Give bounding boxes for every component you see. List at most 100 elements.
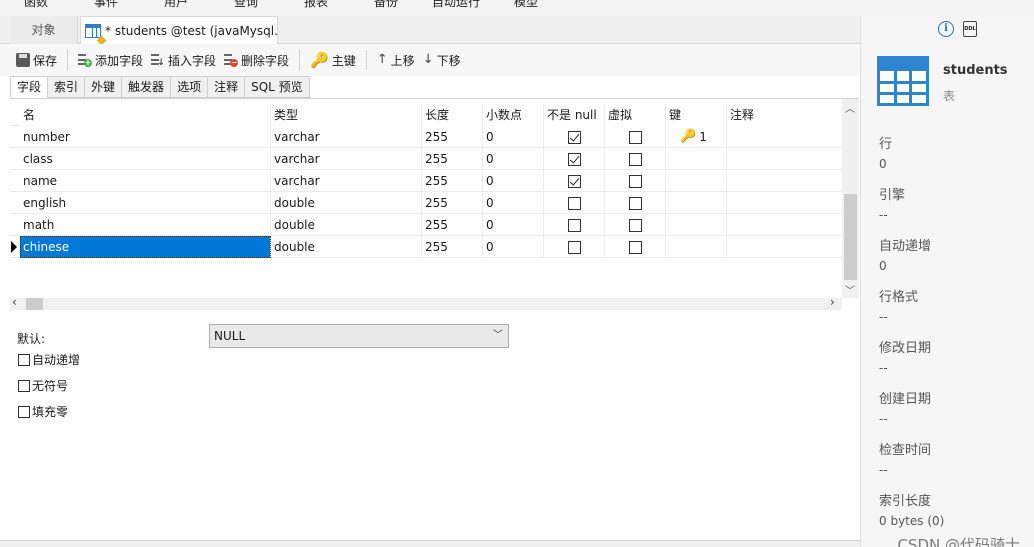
col-header-type[interactable]: 类型 <box>271 104 422 126</box>
cell-not-null[interactable] <box>544 214 605 236</box>
insert-field-button[interactable]: ↓ 插入字段 <box>147 48 220 72</box>
menu-reports[interactable]: 报表 <box>304 0 328 10</box>
grid-horizontal-scrollbar[interactable]: ‹ › <box>10 295 842 310</box>
col-header-decimals[interactable]: 小数点 <box>483 104 544 126</box>
horizontal-scroll-thumb[interactable] <box>26 298 43 310</box>
unsigned-option[interactable]: 无符号 <box>18 377 68 394</box>
cell-key[interactable] <box>666 214 727 236</box>
default-value-select[interactable]: NULL ﹀ <box>209 324 509 348</box>
subtab-triggers[interactable]: 触发器 <box>122 76 172 98</box>
virtual-checkbox[interactable] <box>628 130 642 144</box>
not-null-checkbox[interactable] <box>567 218 581 232</box>
not-null-checkbox[interactable] <box>567 174 581 188</box>
info-icon[interactable]: i <box>938 21 954 37</box>
primary-key-button[interactable]: 🔑 主键 <box>306 48 360 72</box>
cell-virtual[interactable] <box>605 236 666 258</box>
cell-type[interactable]: double <box>271 214 422 236</box>
zerofill-option[interactable]: 填充零 <box>18 403 68 420</box>
col-header-length[interactable]: 长度 <box>422 104 483 126</box>
move-up-button[interactable]: ↑ 上移 <box>373 48 419 72</box>
col-header-name[interactable]: 名 <box>20 104 271 126</box>
cell-not-null[interactable] <box>544 192 605 214</box>
auto-increment-checkbox[interactable] <box>18 353 30 366</box>
cell-length[interactable]: 255 <box>422 192 483 214</box>
cell-decimals[interactable]: 0 <box>483 236 544 258</box>
subtab-comment[interactable]: 注释 <box>208 76 246 98</box>
cell-length[interactable]: 255 <box>422 148 483 170</box>
col-header-key[interactable]: 键 <box>666 104 727 126</box>
cell-virtual[interactable] <box>605 126 666 148</box>
cell-decimals[interactable]: 0 <box>483 126 544 148</box>
cell-comment[interactable] <box>727 148 843 170</box>
cell-name[interactable]: class <box>20 148 271 170</box>
move-down-button[interactable]: ↓ 下移 <box>419 48 465 72</box>
subtab-sql-preview[interactable]: SQL 预览 <box>245 76 310 98</box>
not-null-checkbox[interactable] <box>567 196 581 210</box>
not-null-checkbox[interactable] <box>567 152 581 166</box>
cell-name[interactable]: chinese <box>20 236 271 258</box>
cell-name[interactable]: name <box>20 170 271 192</box>
virtual-checkbox[interactable] <box>628 196 642 210</box>
cell-decimals[interactable]: 0 <box>483 192 544 214</box>
col-header-virtual[interactable]: 虚拟 <box>605 104 666 126</box>
virtual-checkbox[interactable] <box>628 152 642 166</box>
table-row[interactable]: math double 255 0 <box>10 214 844 236</box>
grid-vertical-scrollbar[interactable]: ︿ ﹀ <box>842 99 859 298</box>
table-row[interactable]: class varchar 255 0 <box>10 148 844 170</box>
cell-length[interactable]: 255 <box>422 126 483 148</box>
subtab-options[interactable]: 选项 <box>171 76 209 98</box>
cell-type[interactable]: varchar <box>271 170 422 192</box>
cell-key[interactable]: 🔑 1 <box>666 126 727 148</box>
save-button[interactable]: 保存 <box>12 48 61 72</box>
cell-virtual[interactable] <box>605 214 666 236</box>
cell-not-null[interactable] <box>544 148 605 170</box>
cell-virtual[interactable] <box>605 170 666 192</box>
cell-decimals[interactable]: 0 <box>483 170 544 192</box>
menu-backup[interactable]: 备份 <box>374 0 398 10</box>
cell-length[interactable]: 255 <box>422 236 483 258</box>
cell-name[interactable]: math <box>20 214 271 236</box>
virtual-checkbox[interactable] <box>628 240 642 254</box>
menu-queries[interactable]: 查询 <box>234 0 258 10</box>
cell-not-null[interactable] <box>544 236 605 258</box>
cell-type[interactable]: varchar <box>271 148 422 170</box>
cell-not-null[interactable] <box>544 126 605 148</box>
cell-comment[interactable] <box>727 214 843 236</box>
zerofill-checkbox[interactable] <box>18 405 30 418</box>
table-row[interactable]: chinese double 255 0 <box>10 236 844 258</box>
cell-name[interactable]: english <box>20 192 271 214</box>
menu-model[interactable]: 模型 <box>514 0 538 10</box>
cell-length[interactable]: 255 <box>422 170 483 192</box>
scroll-up-icon[interactable]: ︿ <box>845 100 855 115</box>
cell-key[interactable] <box>666 192 727 214</box>
menu-users[interactable]: 用户 <box>164 0 188 10</box>
cell-type[interactable]: double <box>271 236 422 258</box>
not-null-checkbox[interactable] <box>567 130 581 144</box>
not-null-checkbox[interactable] <box>567 240 581 254</box>
menu-automation[interactable]: 自动运行 <box>432 0 480 10</box>
cell-key[interactable] <box>666 148 727 170</box>
scroll-left-icon[interactable]: ‹ <box>12 295 17 309</box>
cell-decimals[interactable]: 0 <box>483 148 544 170</box>
col-header-comment[interactable]: 注释 <box>727 104 843 126</box>
subtab-fields[interactable]: 字段 <box>10 76 49 98</box>
vertical-scroll-thumb[interactable] <box>844 194 857 280</box>
tab-students-editor[interactable]: * students @test (javaMysql... <box>80 16 278 44</box>
cell-comment[interactable] <box>727 192 843 214</box>
table-row[interactable]: number varchar 255 0 🔑 1 <box>10 126 844 148</box>
cell-comment[interactable] <box>727 126 843 148</box>
cell-virtual[interactable] <box>605 148 666 170</box>
cell-decimals[interactable]: 0 <box>483 214 544 236</box>
cell-virtual[interactable] <box>605 192 666 214</box>
subtab-indexes[interactable]: 索引 <box>48 76 86 98</box>
table-row[interactable]: name varchar 255 0 <box>10 170 844 192</box>
ddl-icon[interactable]: DDL <box>963 21 977 37</box>
cell-name[interactable]: number <box>20 126 271 148</box>
auto-increment-option[interactable]: 自动递增 <box>18 351 80 368</box>
subtab-foreign-keys[interactable]: 外键 <box>85 76 123 98</box>
cell-type[interactable]: double <box>271 192 422 214</box>
virtual-checkbox[interactable] <box>628 174 642 188</box>
cell-type[interactable]: varchar <box>271 126 422 148</box>
col-header-not-null[interactable]: 不是 null <box>544 104 605 126</box>
delete-field-button[interactable]: − 删除字段 <box>220 48 293 72</box>
